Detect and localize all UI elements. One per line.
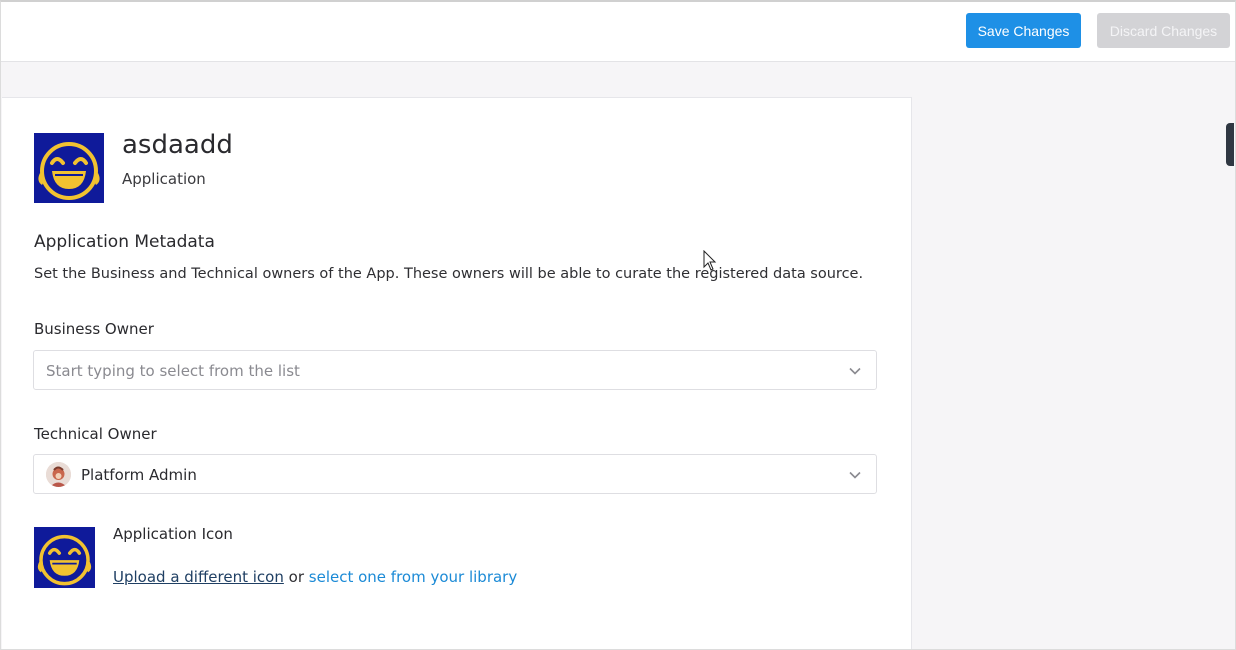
or-text: or (288, 568, 304, 586)
technical-owner-value: Platform Admin (81, 466, 197, 484)
chevron-down-icon (849, 471, 861, 479)
application-icon-label: Application Icon (113, 525, 233, 543)
app-name: asdaadd (122, 130, 233, 160)
side-panel-handle[interactable] (1226, 123, 1234, 166)
upload-icon-link[interactable]: Upload a different icon (113, 568, 284, 586)
section-title: Application Metadata (34, 232, 215, 252)
business-owner-placeholder: Start typing to select from the list (46, 362, 300, 380)
icon-actions: Upload a different icon or select one fr… (113, 568, 517, 586)
technical-owner-select[interactable]: Platform Admin (33, 454, 877, 494)
top-toolbar: Save Changes Discard Changes (0, 0, 1236, 62)
laughing-emoji-icon (34, 133, 104, 203)
save-changes-button[interactable]: Save Changes (966, 13, 1081, 48)
avatar (46, 462, 71, 487)
discard-changes-button[interactable]: Discard Changes (1097, 13, 1230, 48)
business-owner-select[interactable]: Start typing to select from the list (33, 350, 877, 390)
mouse-cursor-icon (703, 250, 717, 271)
chevron-down-icon (849, 367, 861, 375)
select-from-library-link[interactable]: select one from your library (309, 568, 517, 586)
business-owner-label: Business Owner (34, 320, 154, 338)
app-type: Application (122, 170, 206, 188)
application-icon-preview (34, 527, 95, 588)
technical-owner-label: Technical Owner (34, 425, 157, 443)
section-description: Set the Business and Technical owners of… (34, 266, 864, 282)
